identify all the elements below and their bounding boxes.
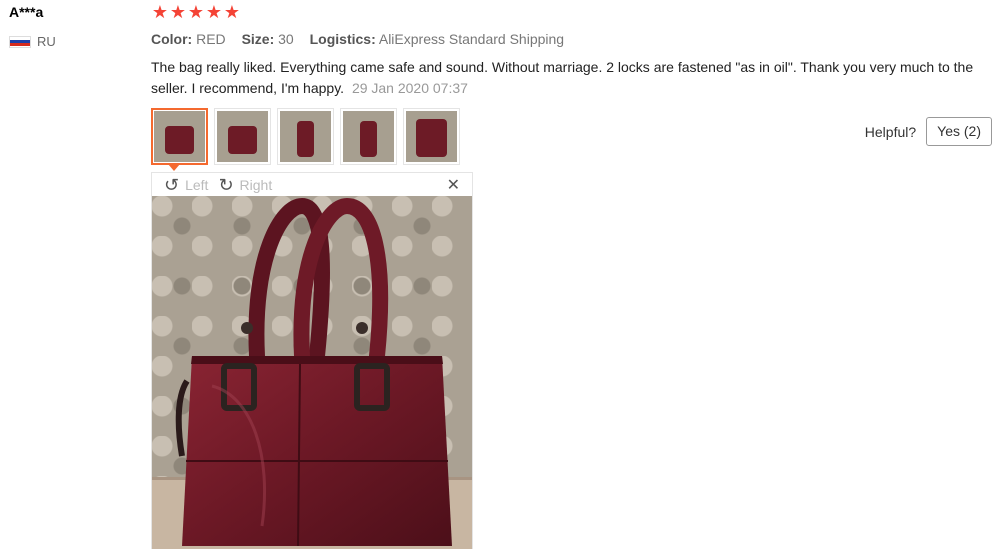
- reviewer-country: RU: [9, 34, 89, 49]
- attr-logistics-value: AliExpress Standard Shipping: [378, 31, 565, 47]
- close-icon[interactable]: ✕: [447, 175, 460, 195]
- attr-logistics-key: Logistics:: [309, 31, 376, 47]
- star-icon: ★: [205, 2, 223, 22]
- star-icon: ★: [151, 2, 169, 22]
- reviewer-info: A***a RU: [9, 3, 56, 49]
- attr-size-key: Size:: [241, 31, 275, 47]
- helpful-label: Helpful?: [864, 123, 917, 140]
- viewer-toolbar: ↺ Left ↻ Right ✕: [152, 173, 472, 196]
- star-icon: ★: [223, 2, 241, 22]
- photo-viewer: ↺ Left ↻ Right ✕: [151, 172, 473, 549]
- rotate-left-button[interactable]: ↺ Left: [164, 176, 208, 194]
- rotate-right-icon: ↻: [218, 174, 234, 195]
- handbag-illustration: [175, 197, 452, 547]
- photo-thumbnail[interactable]: [277, 108, 334, 165]
- attr-color-value: RED: [196, 31, 226, 47]
- photo-thumbnails: [151, 108, 466, 165]
- star-icon: ★: [169, 2, 187, 22]
- rotate-right-button[interactable]: ↻ Right: [218, 176, 272, 194]
- active-thumbnail-caret: [168, 164, 180, 171]
- helpful-section: Helpful? Yes (2): [865, 117, 992, 146]
- russia-flag-icon: [9, 35, 31, 48]
- review-body: The bag really liked. Everything came sa…: [151, 59, 974, 96]
- star-icon: ★: [187, 2, 205, 22]
- rotate-right-label: Right: [239, 176, 273, 193]
- rotate-left-icon: ↺: [164, 174, 180, 195]
- country-code: RU: [37, 34, 56, 49]
- attr-color-key: Color:: [151, 31, 193, 47]
- attr-size-value: 30: [278, 31, 294, 47]
- star-rating: ★ ★ ★ ★ ★: [151, 3, 241, 21]
- reviewer-name: A***a: [9, 4, 44, 20]
- review-date: 29 Jan 2020 07:37: [351, 80, 468, 96]
- photo-thumbnail[interactable]: [214, 108, 271, 165]
- review-text: The bag really liked. Everything came sa…: [151, 57, 981, 99]
- photo-thumbnail[interactable]: [403, 108, 460, 165]
- review-photo: [152, 196, 472, 549]
- photo-thumbnail[interactable]: [151, 108, 208, 165]
- review-block: ★ ★ ★ ★ ★ Color: RED Size: 30 Logistics:…: [151, 0, 996, 549]
- helpful-yes-button[interactable]: Yes (2): [926, 117, 992, 146]
- order-attributes: Color: RED Size: 30 Logistics: AliExpres…: [151, 30, 576, 48]
- photo-thumbnail[interactable]: [340, 108, 397, 165]
- rotate-left-label: Left: [185, 176, 209, 193]
